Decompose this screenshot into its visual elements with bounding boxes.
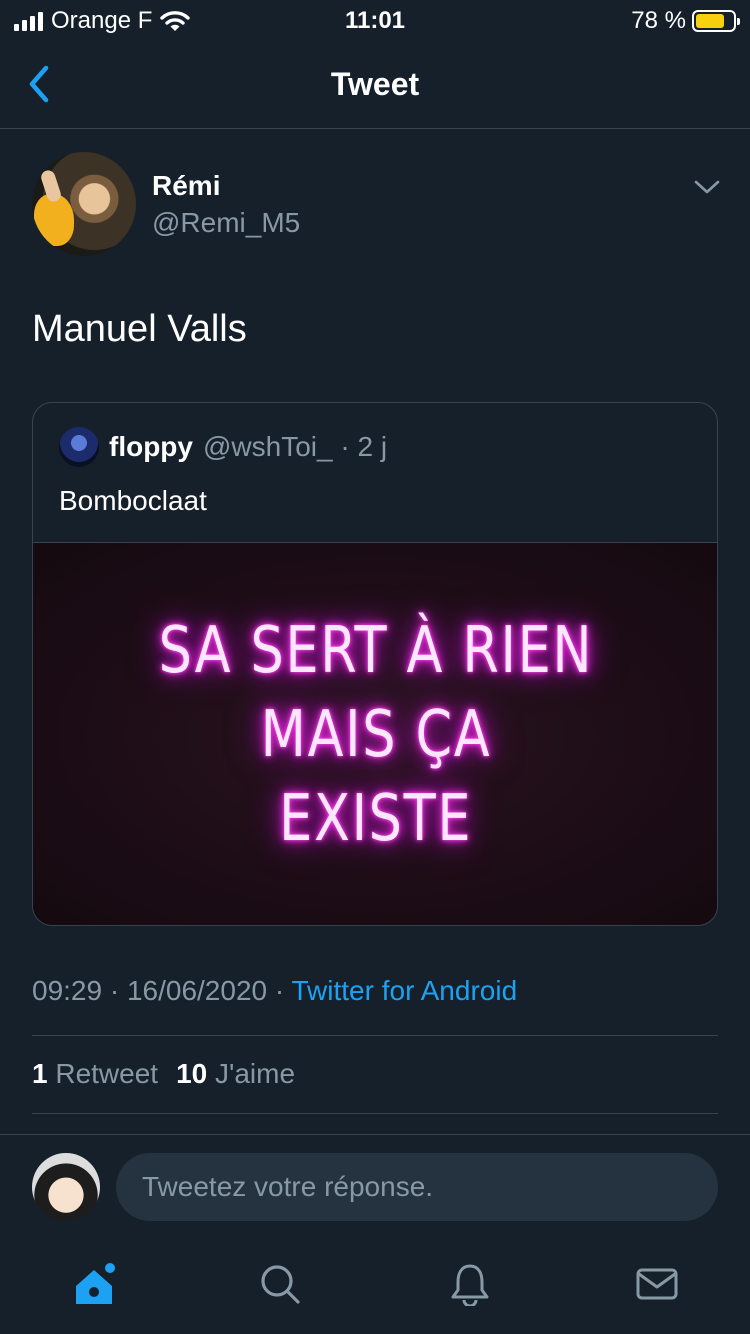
status-right: 78 % xyxy=(631,7,740,35)
nav-bar: Tweet xyxy=(0,42,750,129)
author-avatar[interactable] xyxy=(32,152,136,256)
reply-composer xyxy=(0,1134,750,1236)
tab-notifications[interactable] xyxy=(448,1262,492,1308)
status-bar: Orange F 11:01 78 % xyxy=(0,0,750,42)
quoted-tweet[interactable]: floppy @wshToi_ · 2 j Bomboclaat SA SERT… xyxy=(32,402,718,926)
divider xyxy=(32,1113,718,1114)
likes-label: J'aime xyxy=(215,1058,296,1089)
tab-home[interactable] xyxy=(72,1262,116,1306)
tweet-stats: 1 Retweet 10 J'aime xyxy=(32,1058,295,1090)
current-user-avatar xyxy=(32,1153,100,1221)
tweet-text: Manuel Valls xyxy=(32,308,247,350)
quoted-tweet-image[interactable]: SA SERT À RIEN MAIS ÇA EXISTE xyxy=(33,542,717,925)
quoted-author-name: floppy xyxy=(109,431,193,462)
tweet-meta: 09:29 · 16/06/2020 · Twitter for Android xyxy=(32,975,517,1007)
tweet-menu-button[interactable] xyxy=(692,172,722,202)
quoted-tweet-header: floppy @wshToi_ · 2 j xyxy=(59,427,387,467)
page-title: Tweet xyxy=(330,66,420,102)
author-name[interactable]: Rémi xyxy=(152,170,220,202)
neon-text-line2: EXISTE xyxy=(279,782,473,856)
home-icon xyxy=(76,1263,115,1304)
tweet-source-link[interactable]: Twitter for Android xyxy=(291,975,517,1006)
tab-bar xyxy=(0,1236,750,1334)
quoted-tweet-text: Bomboclaat xyxy=(59,485,207,516)
tab-messages[interactable] xyxy=(635,1262,679,1306)
author-handle[interactable]: @Remi_M5 xyxy=(152,207,300,239)
battery-percent: 78 % xyxy=(631,7,686,34)
chevron-down-icon xyxy=(694,180,720,194)
tab-search[interactable] xyxy=(258,1262,302,1306)
search-icon xyxy=(261,1265,300,1304)
reply-input[interactable] xyxy=(116,1153,718,1221)
tweet-author: Rémi @Remi_M5 xyxy=(32,152,722,258)
likes-count: 10 xyxy=(176,1058,208,1089)
retweets-stat[interactable]: 1 Retweet xyxy=(32,1058,158,1090)
divider xyxy=(32,1035,718,1036)
tweet-timestamp: 09:29 · 16/06/2020 · xyxy=(32,975,285,1006)
retweets-label: Retweet xyxy=(55,1058,159,1089)
battery-fill xyxy=(696,14,725,28)
quoted-author-avatar xyxy=(59,427,99,467)
quoted-author-handle: @wshToi_ · 2 j xyxy=(203,431,388,462)
neon-text-line1: SA SERT À RIEN MAIS ÇA xyxy=(158,614,594,772)
retweets-count: 1 xyxy=(32,1058,48,1089)
messages-icon xyxy=(636,1268,678,1300)
battery-icon xyxy=(692,10,740,32)
likes-stat[interactable]: 10 J'aime xyxy=(176,1058,295,1090)
notifications-icon xyxy=(451,1264,489,1308)
